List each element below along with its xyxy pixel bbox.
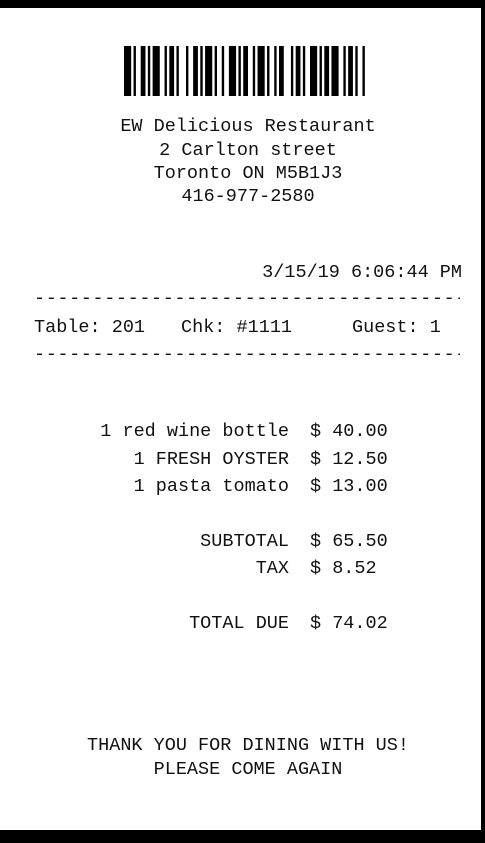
total-due-label: TOTAL DUE — [189, 613, 289, 634]
footer-come-again: PLEASE COME AGAIN — [153, 759, 343, 780]
table-number: Table: 201 — [34, 317, 146, 338]
check-number: Chk: #1111 — [181, 317, 293, 338]
item-description: 1 red wine bottle — [100, 421, 289, 442]
separator-bottom: ----------------------------------------… — [34, 344, 460, 365]
footer-thank-you: THANK YOU FOR DINING WITH US! — [87, 735, 409, 756]
tax-value: $ 8.52 — [310, 558, 377, 579]
item-price: $ 13.00 — [310, 476, 388, 497]
restaurant-address-line1: 2 Carlton street — [159, 140, 337, 161]
restaurant-name: EW Delicious Restaurant — [120, 116, 376, 137]
separator-top: ----------------------------------------… — [34, 288, 460, 309]
subtotal-value: $ 65.50 — [310, 531, 388, 552]
item-description: 1 pasta tomato — [133, 476, 289, 497]
item-price: $ 40.00 — [310, 421, 388, 442]
tax-label: TAX — [255, 558, 289, 579]
restaurant-phone: 416-977-2580 — [181, 186, 315, 207]
subtotal-label: SUBTOTAL — [200, 531, 289, 552]
total-due-value: $ 74.02 — [310, 613, 388, 634]
item-description: 1 FRESH OYSTER — [133, 449, 289, 470]
restaurant-address-line2: Toronto ON M5B1J3 — [153, 163, 343, 184]
receipt-paper: EW Delicious Restaurant 2 Carlton street… — [0, 8, 481, 830]
receipt-datetime: 3/15/19 6:06:44 PM — [262, 262, 462, 283]
barcode-icon — [124, 46, 365, 96]
guest-count: Guest: 1 — [352, 317, 441, 338]
item-price: $ 12.50 — [310, 449, 388, 470]
